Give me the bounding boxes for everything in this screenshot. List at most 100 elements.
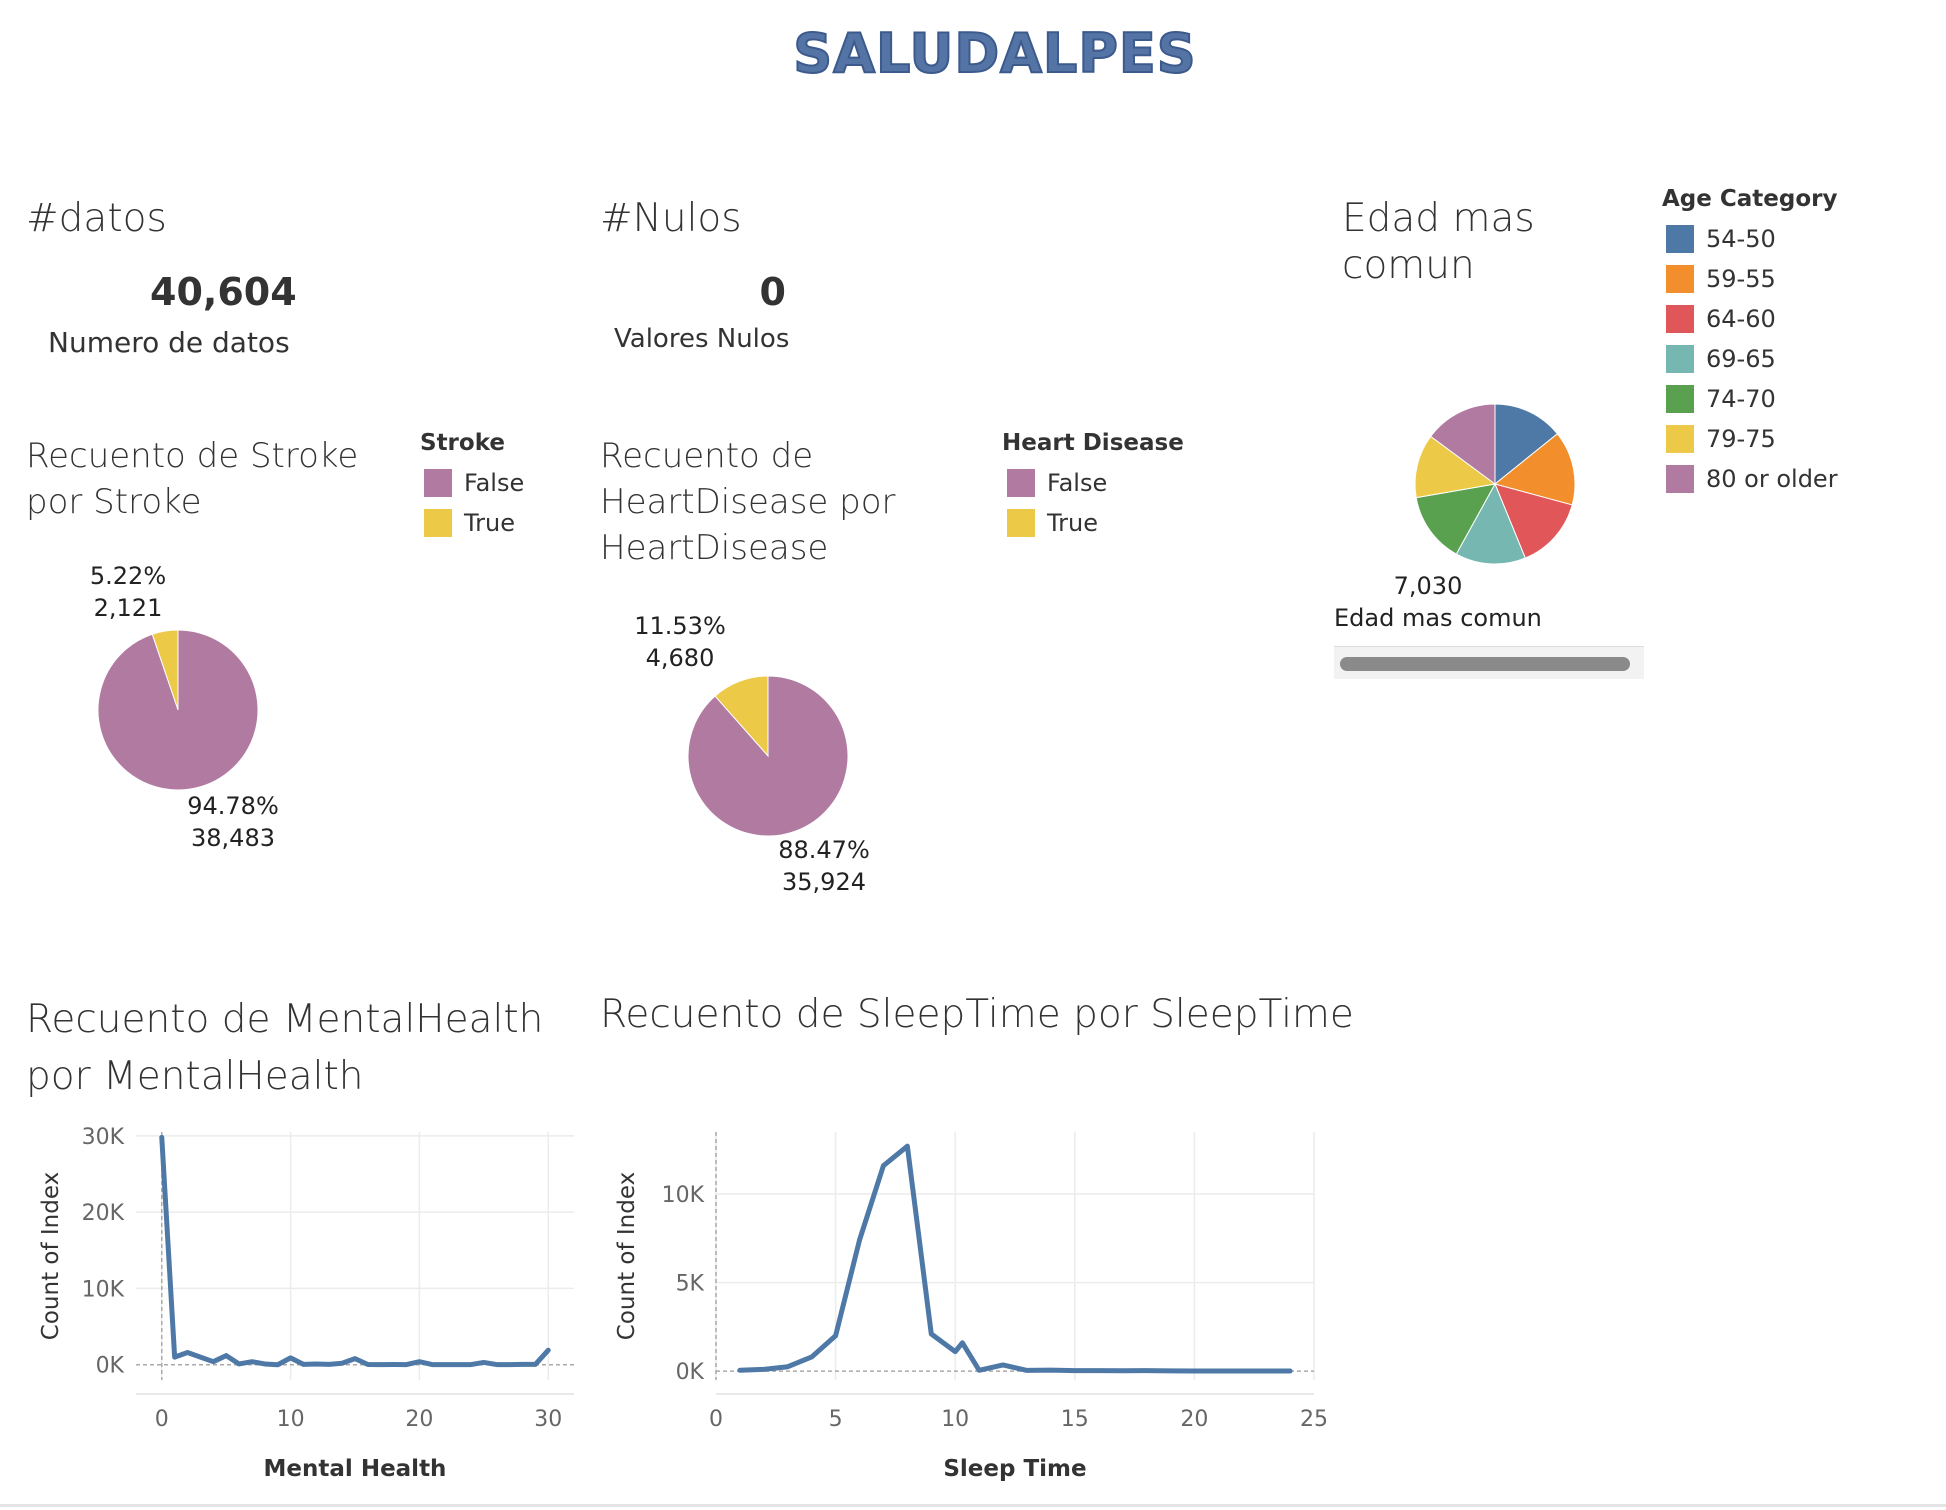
age-legend-label: 80 or older: [1706, 465, 1838, 493]
age-legend-item[interactable]: 79-75: [1666, 419, 1838, 459]
pie-slice-false[interactable]: [687, 675, 849, 837]
edad-label: Edad mas comun: [1334, 604, 1542, 632]
age-legend-item[interactable]: 69-65: [1666, 339, 1838, 379]
age-legend-label: 54-50: [1706, 225, 1776, 253]
x-tick-label: 0: [709, 1407, 723, 1432]
x-tick-label: 5: [829, 1407, 843, 1432]
heart-legend-item-true[interactable]: True: [1007, 503, 1107, 543]
bottom-divider: [0, 1504, 1946, 1507]
age-legend-label: 69-65: [1706, 345, 1776, 373]
x-tick-label: 15: [1061, 1407, 1089, 1432]
age-legend-title: Age Category: [1662, 186, 1838, 212]
heart-swatch-false: [1007, 469, 1035, 497]
stroke-false-count: 38,483: [191, 824, 275, 853]
y-tick-label: 10K: [662, 1183, 705, 1208]
x-axis-title: Sleep Time: [943, 1456, 1086, 1482]
stroke-legend-label: True: [464, 509, 515, 537]
heart-false-label: 88.47% 35,924: [774, 834, 874, 899]
nulos-label: Valores Nulos: [614, 324, 790, 354]
dashboard-title: SALUDALPES: [792, 21, 1197, 86]
edad-title: Edad mas comun: [1342, 196, 1535, 290]
age-legend: 54-50 59-55 64-60 69-65 74-70 79-75 80 o…: [1666, 219, 1838, 499]
x-tick-label: 10: [277, 1407, 305, 1432]
age-pie-chart: [1414, 403, 1576, 565]
stroke-swatch-true: [424, 509, 452, 537]
heart-pie-chart: [687, 675, 849, 837]
age-legend-item[interactable]: 74-70: [1666, 379, 1838, 419]
edad-value: 7,030: [1393, 572, 1463, 600]
stroke-false-pct: 94.78%: [187, 792, 279, 820]
y-tick-label: 0K: [676, 1360, 705, 1385]
heart-title: Recuento de HeartDisease por HeartDiseas…: [600, 434, 896, 572]
x-tick-label: 10: [941, 1407, 969, 1432]
mental-title-line2: por MentalHealth: [26, 1053, 364, 1099]
heart-legend: False True: [1007, 463, 1107, 543]
mental-line-chart: 0 10 20 30 0K 10K 20K 30K Mental Health Count of …: [38, 1125, 574, 1482]
heart-false-count: 35,924: [782, 868, 866, 897]
series-line[interactable]: [737, 1143, 1293, 1374]
age-legend-label: 79-75: [1706, 425, 1776, 453]
edad-scrollbar-thumb[interactable]: [1340, 657, 1630, 671]
stroke-pie-chart: [97, 629, 259, 791]
stroke-title-line2: por Stroke: [26, 481, 202, 522]
sleep-title: Recuento de SleepTime por SleepTime: [600, 992, 1354, 1037]
stroke-title: Recuento de Stroke por Stroke: [26, 434, 358, 526]
x-tick-label: 30: [534, 1407, 562, 1432]
series-line[interactable]: [159, 1134, 551, 1368]
stroke-true-pct: 5.22%: [89, 562, 167, 590]
age-swatch-79-75: [1666, 425, 1694, 453]
x-tick-label: 0: [155, 1407, 169, 1432]
heart-true-pct: 11.53%: [634, 612, 726, 640]
heart-swatch-true: [1007, 509, 1035, 537]
y-tick-label: 5K: [676, 1272, 705, 1297]
age-legend-item[interactable]: 64-60: [1666, 299, 1838, 339]
heart-title-line1: Recuento de: [600, 436, 814, 476]
heart-title-line2: HeartDisease por: [600, 481, 896, 522]
y-tick-label: 0K: [96, 1354, 125, 1379]
x-tick-label: 20: [405, 1407, 433, 1432]
age-legend-item[interactable]: 80 or older: [1666, 459, 1838, 499]
age-legend-label: 74-70: [1706, 385, 1776, 413]
mental-title: Recuento de MentalHealth por MentalHealt…: [26, 992, 543, 1105]
sleep-line-chart: 0 5 10 15 20 25 0K 5K 10K Sleep Time Count of Inde…: [614, 1132, 1328, 1482]
heart-legend-label: True: [1047, 509, 1098, 537]
age-swatch-74-70: [1666, 385, 1694, 413]
stroke-legend-title: Stroke: [420, 430, 505, 456]
heart-false-pct: 88.47%: [778, 836, 870, 864]
y-tick-label: 10K: [82, 1277, 125, 1302]
stroke-legend-item-true[interactable]: True: [424, 503, 524, 543]
edad-title-line2: comun: [1342, 242, 1475, 288]
nulos-title: #Nulos: [600, 196, 742, 241]
y-axis-title: Count of Index: [614, 1172, 640, 1340]
age-swatch-59-55: [1666, 265, 1694, 293]
stroke-legend-label: False: [464, 469, 525, 497]
edad-title-line1: Edad mas: [1342, 196, 1535, 241]
stroke-title-line1: Recuento de Stroke: [26, 436, 359, 476]
y-axis-title: Count of Index: [38, 1172, 64, 1340]
edad-scrollbar[interactable]: [1334, 646, 1644, 679]
heart-legend-label: False: [1047, 469, 1108, 497]
datos-label: Numero de datos: [48, 326, 290, 359]
x-tick-label: 25: [1300, 1407, 1328, 1432]
stroke-swatch-false: [424, 469, 452, 497]
age-legend-label: 64-60: [1706, 305, 1776, 333]
age-swatch-69-65: [1666, 345, 1694, 373]
heart-title-line3: HeartDisease: [600, 527, 829, 568]
datos-title: #datos: [26, 196, 167, 241]
nulos-value: 0: [759, 270, 786, 314]
age-swatch-54-50: [1666, 225, 1694, 253]
datos-value: 40,604: [150, 270, 297, 314]
age-legend-item[interactable]: 59-55: [1666, 259, 1838, 299]
y-tick-label: 30K: [82, 1125, 125, 1150]
heart-legend-item-false[interactable]: False: [1007, 463, 1107, 503]
age-legend-item[interactable]: 54-50: [1666, 219, 1838, 259]
age-swatch-64-60: [1666, 305, 1694, 333]
heart-legend-title: Heart Disease: [1002, 430, 1184, 456]
y-tick-label: 20K: [82, 1201, 125, 1226]
mental-title-line1: Recuento de MentalHealth: [26, 997, 544, 1042]
stroke-false-label: 94.78% 38,483: [184, 790, 282, 855]
stroke-legend-item-false[interactable]: False: [424, 463, 524, 503]
x-axis-title: Mental Health: [264, 1456, 447, 1482]
x-tick-label: 20: [1180, 1407, 1208, 1432]
pie-slice-false[interactable]: [97, 629, 259, 791]
